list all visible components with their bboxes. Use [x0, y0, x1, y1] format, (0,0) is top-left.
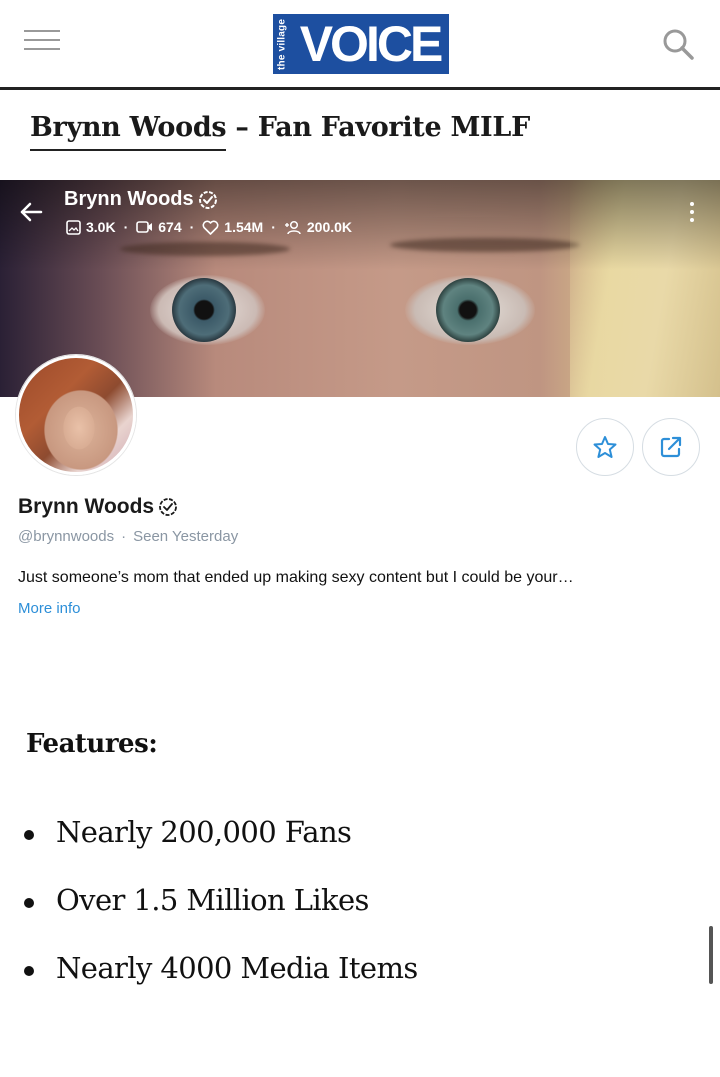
fans-icon — [284, 220, 301, 234]
arrow-left-icon[interactable] — [18, 199, 44, 225]
avatar[interactable] — [16, 355, 136, 475]
banner-name-text: Brynn Woods — [64, 188, 194, 210]
feature-item: Over 1.5 Million Likes — [22, 883, 418, 951]
search-icon[interactable] — [660, 26, 696, 62]
logo-small-text: the village — [271, 14, 291, 74]
hamburger-menu-icon[interactable] — [24, 30, 60, 56]
video-icon — [136, 221, 153, 233]
verified-badge-icon — [159, 498, 178, 516]
feature-item: Nearly 4000 Media Items — [22, 951, 418, 1019]
article-title-rest: – Fan Favorite MILF — [226, 112, 530, 143]
profile-seen: Seen Yesterday — [133, 528, 239, 545]
site-header: the village VOICE — [0, 0, 720, 90]
verified-badge-icon — [198, 190, 217, 209]
scrollbar[interactable] — [709, 926, 713, 984]
logo-main-text: VOICE — [299, 16, 444, 72]
more-info-link[interactable]: More info — [18, 600, 81, 617]
profile-name-text: Brynn Woods — [18, 495, 155, 518]
banner-profile-name: Brynn Woods — [64, 188, 218, 211]
features-list: Nearly 200,000 Fans Over 1.5 Million Lik… — [22, 815, 418, 1019]
image-icon — [66, 219, 81, 235]
stat-fans: 200.0K — [306, 219, 353, 235]
stat-videos: 674 — [158, 219, 182, 235]
share-button[interactable] — [642, 418, 700, 476]
heart-icon — [202, 220, 219, 235]
banner-stats: 3.0K · 674 · 1.54M · 200.0K — [66, 219, 352, 235]
site-logo[interactable]: the village VOICE — [271, 14, 449, 74]
features-heading: Features: — [26, 729, 158, 759]
profile-meta: @brynnwoods · Seen Yesterday — [18, 528, 239, 545]
share-icon — [660, 436, 682, 458]
star-icon — [593, 436, 617, 458]
article-title-name[interactable]: Brynn Woods — [30, 112, 227, 151]
profile-handle: @brynnwoods — [18, 528, 115, 545]
stat-likes: 1.54M — [224, 219, 264, 235]
kebab-icon[interactable] — [686, 202, 698, 228]
stat-photos: 3.0K — [86, 219, 116, 235]
feature-item: Nearly 200,000 Fans — [22, 815, 418, 883]
article-title: Brynn Woods – Fan Favorite MILF — [30, 112, 530, 151]
profile-name: Brynn Woods — [18, 495, 178, 519]
favorite-button[interactable] — [576, 418, 634, 476]
profile-bio: Just someone’s mom that ended up making … — [18, 569, 574, 586]
